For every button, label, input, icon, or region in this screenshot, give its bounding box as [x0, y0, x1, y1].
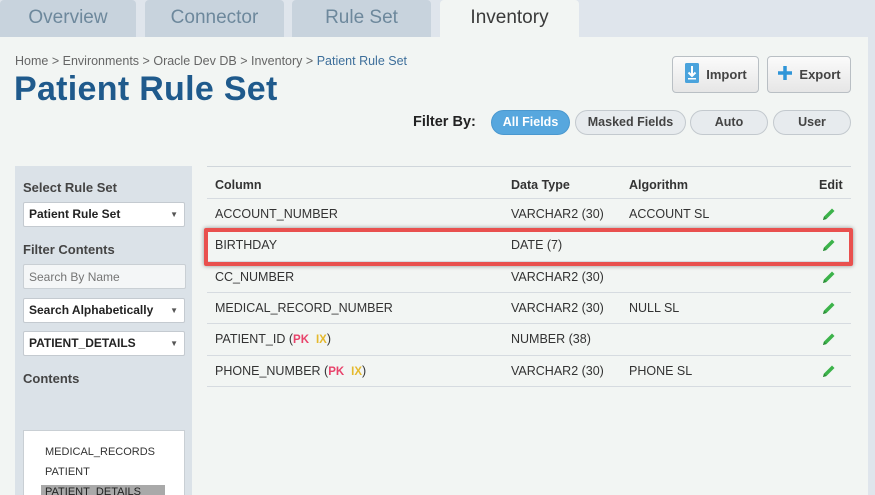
tab-inventory[interactable]: Inventory: [440, 0, 579, 37]
data-type-cell: NUMBER (38): [511, 332, 591, 347]
column-cell: PHONE_NUMBER (PK IX): [215, 363, 367, 378]
algorithm-cell: PHONE SL: [629, 363, 693, 378]
pk-badge: PK: [328, 365, 345, 378]
algorithm-cell: ACCOUNT SL: [629, 207, 710, 221]
column-header: Column: [215, 178, 262, 192]
highlighted-row-outline: [204, 228, 853, 266]
breadcrumb-separator: >: [305, 54, 314, 68]
breadcrumb-separator: >: [51, 54, 60, 68]
column-name: ACCOUNT_NUMBER: [215, 207, 338, 221]
page-title: Patient Rule Set: [14, 70, 278, 108]
column-cell: PATIENT_ID (PK IX): [215, 332, 332, 347]
dropdown-arrow-icon: ▼: [170, 210, 178, 219]
export-label: Export: [799, 67, 841, 82]
import-label: Import: [706, 67, 747, 82]
tab-bar: Overview Connector Rule Set Inventory: [0, 0, 875, 37]
data-type-cell: VARCHAR2 (30): [511, 207, 604, 221]
table-row: PATIENT_ID (PK IX) NUMBER (38): [207, 323, 851, 355]
contents-item-medical-records[interactable]: MEDICAL_RECORDS: [41, 445, 165, 459]
breadcrumb: Home > Environments > Oracle Dev DB > In…: [15, 54, 407, 68]
breadcrumb-current: Patient Rule Set: [316, 54, 408, 68]
contents-item-patient-details[interactable]: PATIENT_DETAILS: [41, 485, 165, 495]
column-cell: CC_NUMBER: [215, 262, 294, 293]
inventory-panel: Home > Environments > Oracle Dev DB > In…: [0, 37, 868, 495]
contents-list: MEDICAL_RECORDS PATIENT PATIENT_DETAILS: [23, 430, 185, 495]
table-row: PHONE_NUMBER (PK IX) VARCHAR2 (30) PHONE S…: [207, 354, 851, 387]
plus-icon: [777, 65, 793, 84]
sidebar: Select Rule Set Patient Rule Set ▼ Filte…: [15, 166, 192, 495]
table-select-value: PATIENT_DETAILS: [29, 336, 136, 350]
filter-contents-heading: Filter Contents: [23, 242, 115, 257]
search-by-name-input[interactable]: [23, 264, 186, 289]
algorithm-header: Algorithm: [629, 178, 689, 192]
select-rule-set-heading: Select Rule Set: [23, 180, 117, 195]
edit-pencil-icon[interactable]: [821, 293, 837, 316]
rule-set-select-value: Patient Rule Set: [29, 207, 121, 221]
table-row: MEDICAL_RECORD_NUMBER VARCHAR2 (30) NULL S…: [207, 291, 851, 324]
filter-user-button[interactable]: User: [773, 110, 851, 135]
ix-badge: IX: [315, 334, 327, 347]
breadcrumb-environments[interactable]: Environments: [63, 54, 139, 68]
tab-overview[interactable]: Overview: [0, 0, 136, 37]
table-select[interactable]: PATIENT_DETAILS ▼: [23, 331, 185, 356]
table-row: ACCOUNT_NUMBER VARCHAR2 (30) ACCOUNT SL: [207, 198, 851, 230]
edit-pencil-icon[interactable]: [821, 356, 837, 379]
filter-by-label: Filter By:: [413, 114, 476, 130]
ix-badge: IX: [351, 365, 363, 378]
breadcrumb-separator: >: [142, 54, 150, 68]
breadcrumb-oracle-dev-db[interactable]: Oracle Dev DB: [153, 54, 236, 68]
column-name: MEDICAL_RECORD_NUMBER: [215, 300, 393, 315]
data-type-cell: VARCHAR2 (30): [511, 300, 604, 315]
edit-pencil-icon[interactable]: [821, 199, 837, 222]
column-name: PATIENT_ID: [215, 332, 286, 347]
filter-all-fields-button[interactable]: All Fields: [491, 110, 570, 135]
sort-select[interactable]: Search Alphabetically ▼: [23, 298, 185, 323]
column-name: CC_NUMBER: [215, 269, 295, 284]
tab-rule-set[interactable]: Rule Set: [292, 0, 431, 37]
data-type-cell: VARCHAR2 (30): [511, 363, 604, 378]
column-cell: MEDICAL_RECORD_NUMBER: [215, 293, 393, 324]
contents-heading: Contents: [23, 371, 80, 386]
breadcrumb-home[interactable]: Home: [15, 54, 48, 68]
edit-pencil-icon[interactable]: [821, 324, 837, 347]
breadcrumb-inventory[interactable]: Inventory: [251, 54, 302, 68]
tab-connector[interactable]: Connector: [145, 0, 284, 37]
edit-header: Edit: [819, 178, 843, 192]
data-type-cell: VARCHAR2 (30): [511, 269, 604, 284]
rule-set-select[interactable]: Patient Rule Set ▼: [23, 202, 185, 227]
breadcrumb-separator: >: [240, 54, 248, 68]
table-header: Column Data Type Algorithm Edit: [207, 166, 851, 198]
export-button[interactable]: Export: [767, 56, 851, 93]
filter-auto-button[interactable]: Auto: [690, 110, 768, 135]
column-cell: ACCOUNT_NUMBER: [215, 199, 338, 230]
data-type-header: Data Type: [511, 178, 570, 192]
pk-badge: PK: [293, 334, 310, 347]
dropdown-arrow-icon: ▼: [170, 306, 178, 315]
column-name: PHONE_NUMBER: [215, 363, 321, 378]
contents-item-patient[interactable]: PATIENT: [41, 465, 165, 479]
algorithm-cell: NULL SL: [629, 300, 680, 315]
dropdown-arrow-icon: ▼: [170, 339, 178, 348]
import-button[interactable]: Import: [672, 56, 759, 93]
filter-masked-fields-button[interactable]: Masked Fields: [575, 110, 686, 135]
sort-select-value: Search Alphabetically: [29, 303, 154, 317]
import-icon: [684, 62, 700, 87]
